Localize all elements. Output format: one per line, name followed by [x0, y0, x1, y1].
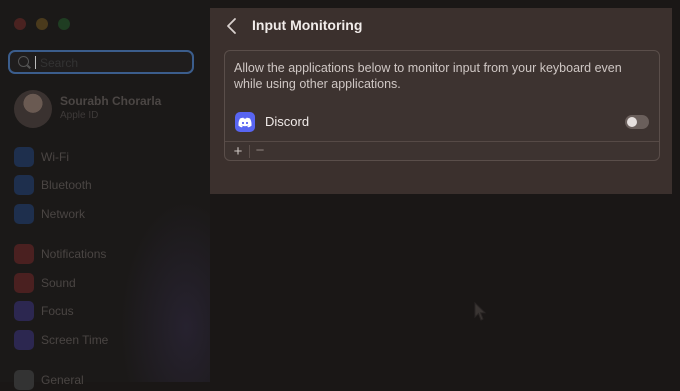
description-text: Allow the applications below to monitor …: [234, 61, 622, 91]
sidebar-item-focus[interactable]: Focus: [14, 300, 204, 322]
search-placeholder: Search: [40, 56, 79, 70]
bell-icon: [14, 244, 34, 264]
avatar[interactable]: [14, 90, 52, 128]
sidebar-item-notifications[interactable]: Notifications: [14, 243, 204, 265]
sidebar-item-sound[interactable]: Sound: [14, 272, 204, 294]
sidebar-item-label: Bluetooth: [41, 178, 92, 192]
toggle-knob: [627, 117, 637, 127]
sidebar-item-label: Notifications: [41, 247, 107, 261]
input-monitoring-panel: Input Monitoring Allow the applications …: [210, 8, 672, 194]
close-window-button[interactable]: [14, 18, 26, 30]
wifi-icon: [14, 147, 34, 167]
mouse-cursor-icon: [474, 301, 488, 327]
moon-icon: [14, 301, 34, 321]
sidebar-item-label: Network: [41, 207, 86, 221]
gear-icon: [14, 370, 34, 390]
remove-app-button[interactable]: −: [253, 142, 267, 161]
discord-icon: [235, 112, 255, 132]
profile-name[interactable]: Sourabh Chorarla: [60, 94, 161, 108]
list-controls: + −: [225, 142, 659, 161]
sidebar-item-label: Focus: [41, 304, 74, 318]
hourglass-icon: [14, 330, 34, 350]
sidebar-item-label: General: [41, 373, 84, 387]
sidebar-item-label: Screen Time: [41, 333, 109, 347]
divider: [249, 145, 250, 158]
text-caret: [35, 56, 36, 69]
search-input[interactable]: Search: [8, 50, 194, 74]
speaker-icon: [14, 273, 34, 293]
page-title: Input Monitoring: [252, 17, 363, 33]
minimize-window-button[interactable]: [36, 18, 48, 30]
sidebar-item-screen-time[interactable]: Screen Time: [14, 329, 204, 351]
add-app-button[interactable]: +: [231, 142, 245, 161]
zoom-window-button[interactable]: [58, 18, 70, 30]
search-icon: [18, 56, 29, 67]
sidebar-item-label: Wi-Fi: [41, 150, 69, 164]
sidebar-item-label: Sound: [41, 276, 76, 290]
sidebar: Search Sourabh Chorarla Apple ID Wi-Fi B…: [0, 0, 230, 390]
bluetooth-icon: [14, 175, 34, 195]
list-item: Discord: [225, 109, 659, 142]
discord-toggle[interactable]: [625, 115, 649, 129]
app-name: Discord: [265, 114, 310, 129]
sidebar-item-general[interactable]: General: [14, 369, 204, 391]
chevron-left-icon: [227, 18, 236, 34]
sidebar-item-network[interactable]: Network: [14, 203, 204, 225]
profile-subtitle: Apple ID: [60, 110, 99, 121]
globe-icon: [14, 204, 34, 224]
sidebar-item-wifi[interactable]: Wi-Fi: [14, 146, 204, 168]
back-button[interactable]: [224, 16, 240, 36]
sidebar-item-bluetooth[interactable]: Bluetooth: [14, 174, 204, 196]
app-list-box: Allow the applications below to monitor …: [224, 50, 660, 161]
